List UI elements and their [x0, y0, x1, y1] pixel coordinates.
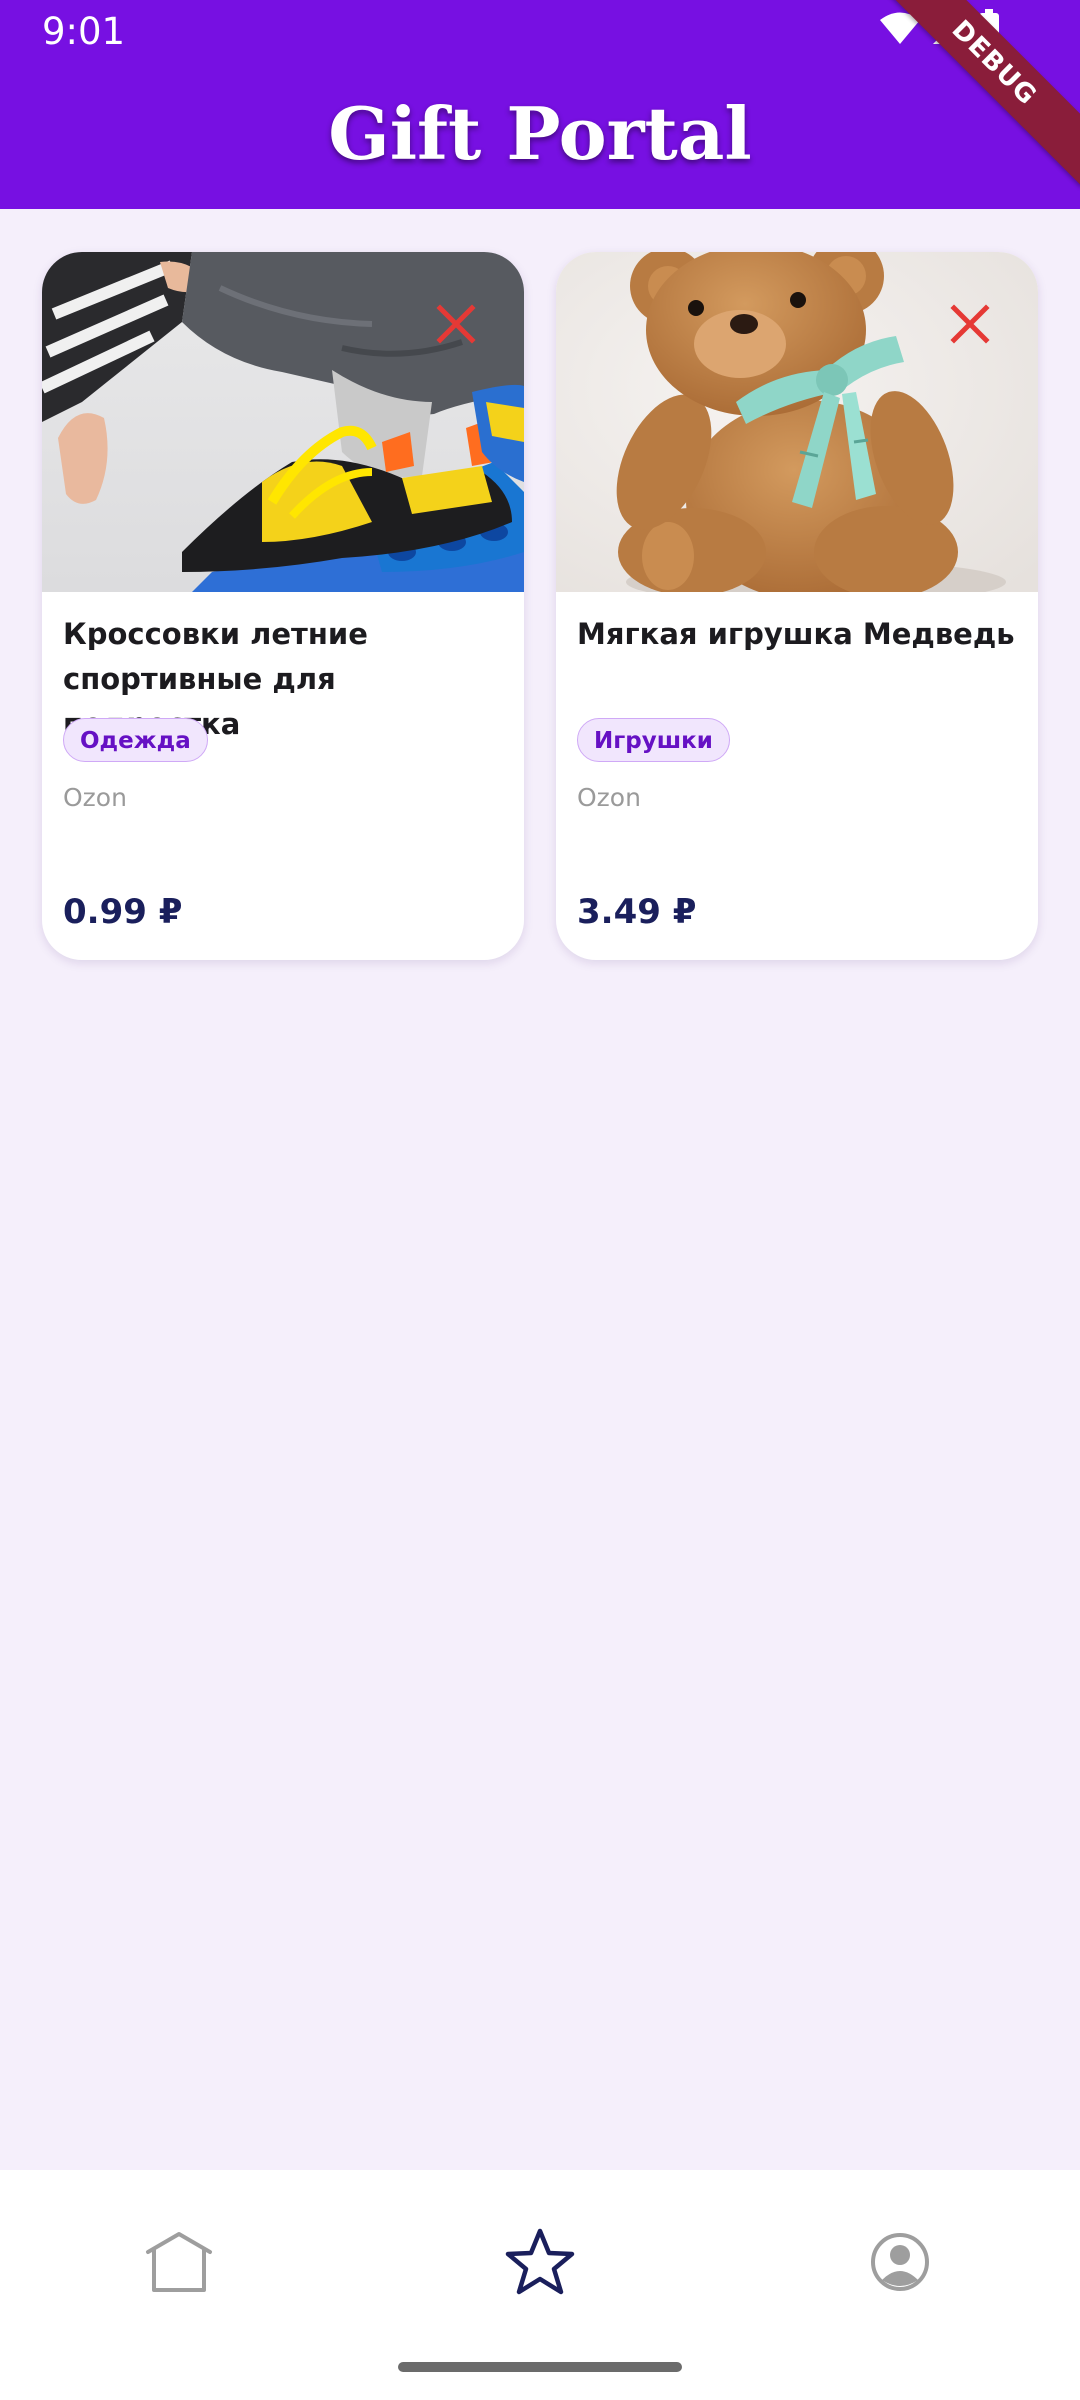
system-home-indicator[interactable] — [398, 2362, 682, 2372]
gift-price: 3.49 ₽ — [577, 892, 697, 932]
home-icon — [144, 2230, 214, 2298]
gift-card[interactable]: Кроссовки летние спортивные для подростк… — [42, 252, 524, 960]
star-icon — [504, 2227, 576, 2301]
profile-icon — [870, 2232, 930, 2296]
status-time: 9:01 — [42, 10, 126, 53]
gift-title: Мягкая игрушка Медведь — [577, 617, 1015, 651]
remove-button[interactable] — [428, 298, 484, 354]
store-name: Ozon — [63, 783, 127, 812]
nav-profile-button[interactable] — [850, 2214, 950, 2314]
nav-home-button[interactable] — [129, 2214, 229, 2314]
gift-card[interactable]: Мягкая игрушка Медведь Игрушки Ozon 3.49… — [556, 252, 1038, 960]
category-chip: Одежда — [63, 718, 208, 762]
remove-button[interactable] — [942, 298, 998, 354]
close-icon — [436, 304, 476, 348]
store-name: Ozon — [577, 783, 641, 812]
nav-favorites-button[interactable] — [490, 2214, 590, 2314]
page-title: Gift Portal — [328, 91, 752, 176]
close-icon — [950, 304, 990, 348]
gift-price: 0.99 ₽ — [63, 892, 183, 932]
category-chip: Игрушки — [577, 718, 730, 762]
app-header: 9:01 Gift Portal — [0, 0, 1080, 209]
